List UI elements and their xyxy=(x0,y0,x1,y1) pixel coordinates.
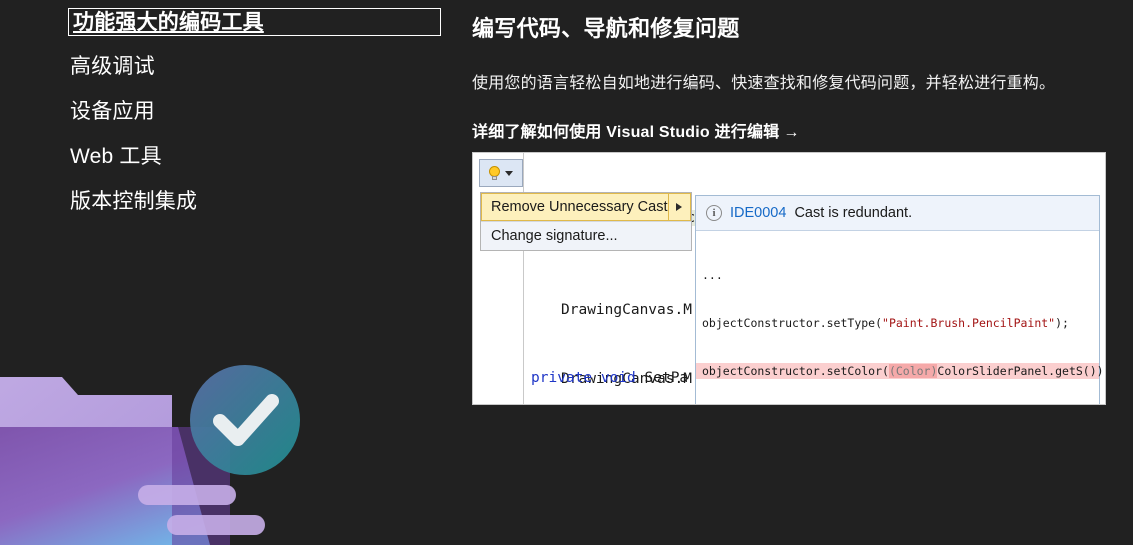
chevron-down-icon xyxy=(505,170,513,176)
check-circle-background xyxy=(190,365,300,475)
diagnostic-message: Cast is redundant. xyxy=(794,205,913,221)
check-icon xyxy=(213,394,279,446)
arrow-right-icon: → xyxy=(783,124,800,141)
sidebar-item-label: Web 工具 xyxy=(70,145,162,168)
sidebar-item-web-tools[interactable]: Web 工具 xyxy=(68,143,448,171)
editor-code-signature-line[interactable]: private void SetPa xyxy=(531,367,688,390)
sidebar-item-label: 设备应用 xyxy=(70,100,155,123)
diff-token-suffix: ColorSliderPanel.getS()); xyxy=(937,364,1106,378)
menu-item-label: Remove Unnecessary Cast xyxy=(491,199,668,215)
folder-check-illustration xyxy=(0,365,300,545)
diff-preview-body: ... objectConstructor.setType("Paint.Bru… xyxy=(696,231,1105,404)
editor-gutter-divider xyxy=(523,153,524,404)
page-title: 编写代码、导航和修复问题 xyxy=(472,16,740,41)
diff-token-prefix: objectConstructor.setColor( xyxy=(702,364,889,378)
sidebar-item-label: 高级调试 xyxy=(70,55,155,78)
learn-more-label: 详细了解如何使用 Visual Studio 进行编辑 xyxy=(472,124,780,141)
sidebar-item-version-control[interactable]: 版本控制集成 xyxy=(68,188,448,216)
diagnostic-header: i IDE0004 Cast is redundant. xyxy=(696,196,1099,231)
diff-token-suffix: ); xyxy=(1055,316,1069,330)
sidebar-item-device-apps[interactable]: 设备应用 xyxy=(68,98,448,126)
quick-action-preview-tooltip: i IDE0004 Cast is redundant. ... objectC… xyxy=(695,195,1105,404)
folder-back-shape xyxy=(0,377,172,545)
feature-detail-panel: 编写代码、导航和修复问题 使用您的语言轻松自如地进行编码、快速查找和修复代码问题… xyxy=(472,8,1122,144)
diff-token-prefix: objectConstructor.setType( xyxy=(702,316,883,330)
diff-line-context: objectConstructor.setType("Paint.Brush.P… xyxy=(696,315,1099,331)
page-root: 功能强大的编码工具 高级调试 设备应用 Web 工具 版本控制集成 编写代码、导… xyxy=(0,0,1133,545)
sidebar-item-label: 版本控制集成 xyxy=(70,190,198,213)
sidebar-item-coding-tools[interactable]: 功能强大的编码工具 xyxy=(68,8,441,36)
diagnostic-id: IDE0004 xyxy=(730,205,787,221)
folder-front-shape xyxy=(0,427,210,545)
decorative-folder-artwork xyxy=(0,355,330,545)
diff-token-string: "Paint.Brush.PencilPaint" xyxy=(882,316,1056,330)
quick-actions-menu: Remove Unnecessary Cast Change signature… xyxy=(480,192,692,251)
page-description: 使用您的语言轻松自如地进行编码、快速查找和修复代码问题，并轻松进行重构。 xyxy=(472,75,1056,92)
quick-actions-lightbulb-button[interactable] xyxy=(479,159,523,187)
submenu-arrow-icon[interactable] xyxy=(667,194,691,220)
menu-item-label: Change signature... xyxy=(491,228,618,244)
folder-overlay-panel xyxy=(172,427,230,545)
lightbulb-icon xyxy=(489,165,500,181)
folder-bar-1 xyxy=(138,485,236,505)
editor-code-line: DrawingCanvas.M xyxy=(561,302,692,318)
sidebar-item-advanced-debugging[interactable]: 高级调试 xyxy=(68,53,448,81)
menu-item-remove-unnecessary-cast[interactable]: Remove Unnecessary Cast xyxy=(481,193,691,221)
menu-item-change-signature[interactable]: Change signature... xyxy=(481,222,691,250)
sidebar-item-label: 功能强大的编码工具 xyxy=(73,11,264,34)
info-icon: i xyxy=(706,205,722,221)
code-keyword-void: void xyxy=(600,370,636,386)
diff-line-context: ... xyxy=(702,268,723,282)
learn-more-link[interactable]: 详细了解如何使用 Visual Studio 进行编辑 → xyxy=(472,122,800,144)
feature-nav-list: 功能强大的编码工具 高级调试 设备应用 Web 工具 版本控制集成 xyxy=(68,8,448,233)
folder-bar-2 xyxy=(167,515,265,535)
ide-screenshot-panel: objectConstructor.setColor((Color)ColorS… xyxy=(472,152,1106,405)
code-keyword-private: private xyxy=(531,370,593,386)
code-method-name: SetPa xyxy=(644,370,689,386)
diff-token-cast: (Color) xyxy=(888,364,938,378)
diff-line-removed: objectConstructor.setColor((Color)ColorS… xyxy=(696,363,1105,379)
